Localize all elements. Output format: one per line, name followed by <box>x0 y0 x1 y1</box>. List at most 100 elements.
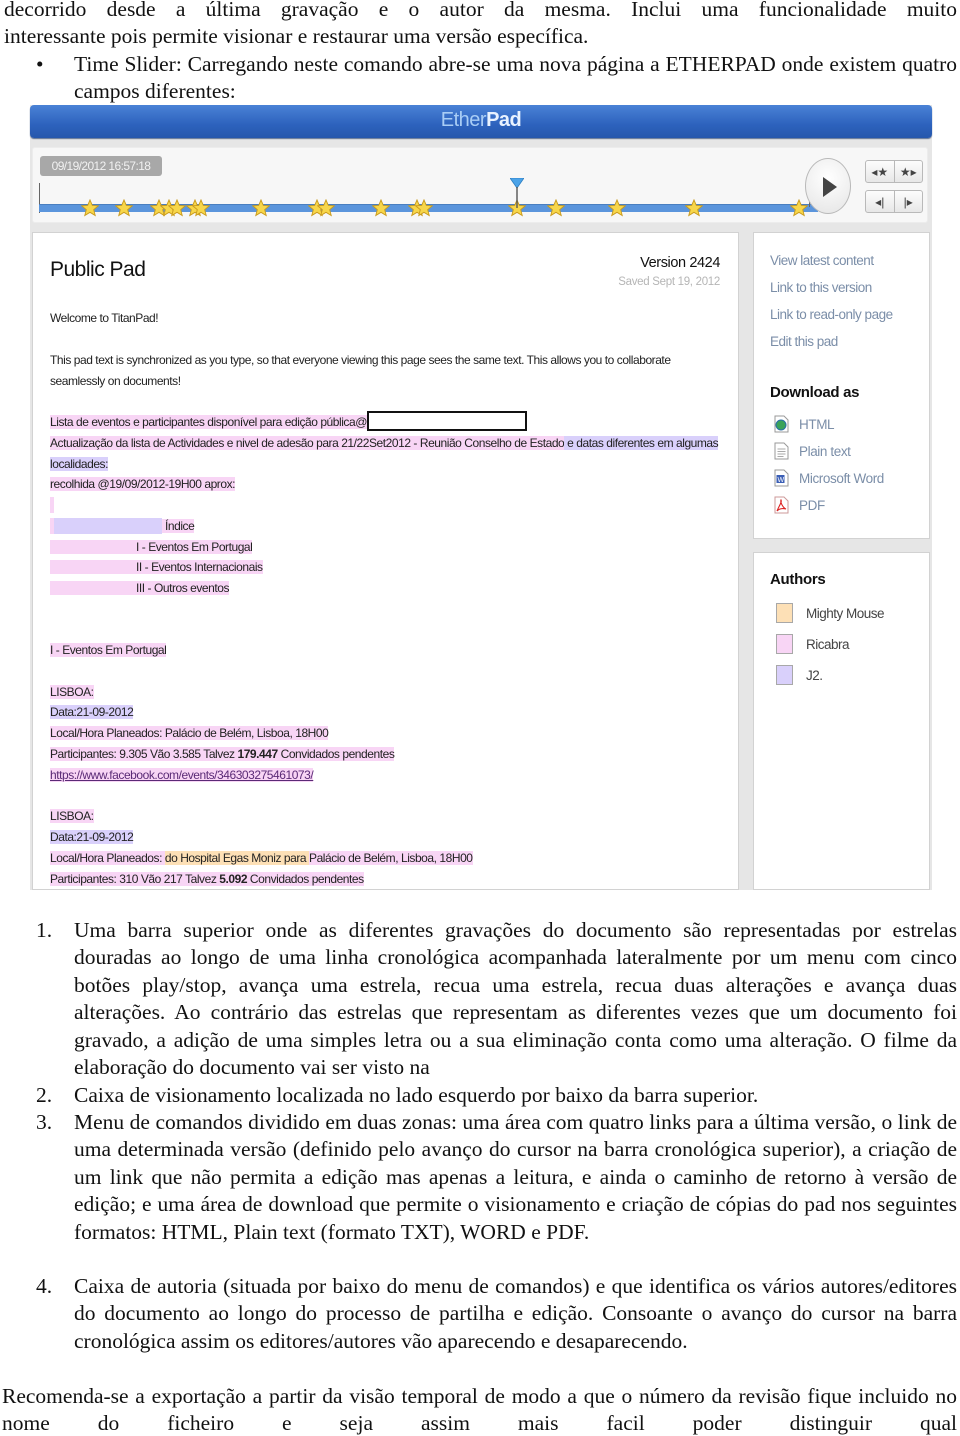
index-item-2: II - Eventos Internacionais <box>50 560 263 574</box>
previous-star-button[interactable]: ◂★ <box>866 161 894 182</box>
step-forward-button[interactable]: |▸ <box>893 191 923 212</box>
download-html-label: HTML <box>799 416 835 432</box>
play-icon <box>823 177 837 197</box>
localidades-text: localidades: <box>50 457 108 471</box>
author-item: J2. <box>776 665 823 685</box>
redacted-field <box>366 410 527 431</box>
revision-star-icon[interactable] <box>371 199 390 217</box>
view-latest-content-link[interactable]: View latest content <box>770 253 874 268</box>
revision-star-icon[interactable] <box>685 199 704 217</box>
pad-sync-line-1: This pad text is synchronized as you typ… <box>50 353 671 367</box>
pad-lista-line: Lista de eventos e participantes disponí… <box>50 410 527 431</box>
text-file-icon <box>774 442 789 460</box>
revision-star-icon[interactable] <box>546 199 565 217</box>
revision-star-icon[interactable] <box>191 199 210 217</box>
event2-participants-a: Participantes: 310 Vão 217 Talvez <box>50 872 220 886</box>
event2-local-b: Palácio de Belém, Lisboa, 18H00 <box>309 851 473 865</box>
author-name: J2. <box>806 667 823 683</box>
list-number: 1. <box>36 918 53 942</box>
pad-localidades-line: localidades: <box>50 456 108 472</box>
download-html[interactable]: HTML <box>774 415 835 433</box>
download-pdf[interactable]: PDF <box>774 496 825 514</box>
list-number: 2. <box>36 1083 53 1107</box>
event1-city-line: LISBOA: <box>50 684 94 700</box>
index-item: I - Eventos Em Portugal <box>50 539 253 555</box>
link-to-this-version-link[interactable]: Link to this version <box>770 280 872 295</box>
pad-welcome: Welcome to TitanPad! <box>50 311 159 325</box>
intro-line-2: interessante pois permite visionar e res… <box>4 24 589 48</box>
download-plain-text[interactable]: Plain text <box>774 442 851 460</box>
list-text: Caixa de visionamento localizada no lado… <box>74 1083 759 1107</box>
etherpad-timeslider-screenshot: EtherPad 09/19/2012 16:57:18 ◂★ ★▸ ◂| |▸… <box>30 105 932 890</box>
list-text: Menu de comandos dividido em duas zonas:… <box>74 1110 957 1244</box>
event1-link-line: https://www.facebook.com/events/34630327… <box>50 767 314 783</box>
version-label: Version 2424 <box>640 255 720 271</box>
revision-star-icon[interactable] <box>789 199 808 217</box>
index-item-1: I - Eventos Em Portugal <box>50 540 253 554</box>
author-name: Mighty Mouse <box>806 605 885 621</box>
next-star-button[interactable]: ★▸ <box>893 161 923 182</box>
logo-ether: Ether <box>440 109 487 131</box>
authors-heading: Authors <box>770 571 826 588</box>
indice-spacer <box>54 518 162 534</box>
actualizacao-text-b: e datas diferentes em algumas <box>564 436 719 450</box>
event1-city: LISBOA: <box>50 685 94 699</box>
revision-star-icon[interactable] <box>607 199 626 217</box>
link-to-read-only-page-link[interactable]: Link to read-only page <box>770 307 893 322</box>
section-heading: I - Eventos Em Portugal <box>50 643 167 657</box>
revision-star-icon[interactable] <box>80 199 99 217</box>
pad-viewing-box: Public Pad Version 2424 Saved Sept 19, 2… <box>32 232 739 890</box>
event2-date: Data:21-09-2012 <box>50 830 134 844</box>
download-word-label: Microsoft Word <box>799 470 884 486</box>
logo-pad: Pad <box>486 109 522 131</box>
author-color-swatch <box>776 634 793 654</box>
index-item: II - Eventos Internacionais <box>50 559 263 575</box>
event2-local-a: Local/Hora Planeados: <box>50 851 165 865</box>
author-color-swatch <box>776 603 793 623</box>
download-plain-text-label: Plain text <box>799 443 851 459</box>
event1-date: Data:21-09-2012 <box>50 705 134 719</box>
index-item-3: III - Outros eventos <box>50 581 229 595</box>
list-text: Caixa de autoria (situada por baixo do m… <box>74 1274 957 1353</box>
author-item: Ricabra <box>776 634 850 654</box>
event1-participants-bold: 179.447 <box>237 747 278 761</box>
event1-facebook-link[interactable]: https://www.facebook.com/events/34630327… <box>50 768 314 782</box>
revision-star-icon[interactable] <box>317 199 336 217</box>
revision-star-icon[interactable] <box>415 199 433 217</box>
author-item: Mighty Mouse <box>776 603 885 623</box>
timeslider-panel: 09/19/2012 16:57:18 ◂★ ★▸ ◂| |▸ <box>32 147 928 223</box>
revision-star-icon[interactable] <box>167 199 186 217</box>
step-nav-group: ◂| |▸ <box>865 190 923 213</box>
pad-sync-line-2: seamlessly on documents! <box>50 374 181 388</box>
revision-star-icon[interactable] <box>251 199 270 217</box>
event2-local-line: Local/Hora Planeados: do Hospital Egas M… <box>50 850 473 866</box>
empty-highlight <box>50 497 54 513</box>
event1-date-line: Data:21-09-2012 <box>50 704 134 720</box>
saved-date: Saved Sept 19, 2012 <box>618 276 720 288</box>
closing-paragraph: Recomenda-se a exportação a partir da vi… <box>2 1384 957 1436</box>
event2-participants-bold: 5.092 <box>219 872 248 886</box>
event2-participants-line: Participantes: 310 Vão 217 Talvez 5.092 … <box>50 871 364 887</box>
event1-participants-line: Participantes: 9.305 Vão 3.585 Talvez 17… <box>50 746 395 762</box>
event1-local-line: Local/Hora Planeados: Palácio de Belém, … <box>50 725 329 741</box>
event2-participants-b: Convidados pendentes <box>247 872 364 886</box>
authors-box: Authors Mighty Mouse Ricabra J2. <box>753 552 930 890</box>
pad-indice-line: Índice <box>50 518 195 534</box>
download-word[interactable]: W Microsoft Word <box>774 469 884 487</box>
event2-city: LISBOA: <box>50 809 94 823</box>
timestamp-label: 09/19/2012 16:57:18 <box>40 156 162 176</box>
edit-this-pad-link[interactable]: Edit this pad <box>770 334 838 349</box>
revision-star-icon[interactable] <box>115 199 134 217</box>
author-color-swatch <box>776 665 793 685</box>
pad-empty-line <box>50 497 54 513</box>
recolhida-text: recolhida @19/09/2012-19H00 aprox: <box>50 477 236 491</box>
play-stop-button[interactable] <box>805 158 851 214</box>
event1-participants-b: Convidados pendentes <box>277 747 395 761</box>
timeline-cursor-handle[interactable] <box>509 177 525 208</box>
step-back-button[interactable]: ◂| <box>866 191 894 212</box>
list-text: Uma barra superior onde as diferentes gr… <box>74 918 957 1080</box>
html-file-icon <box>774 415 789 433</box>
svg-text:W: W <box>778 477 785 484</box>
list-number: 3. <box>36 1110 53 1134</box>
lista-text: Lista de eventos e participantes disponí… <box>50 415 367 429</box>
